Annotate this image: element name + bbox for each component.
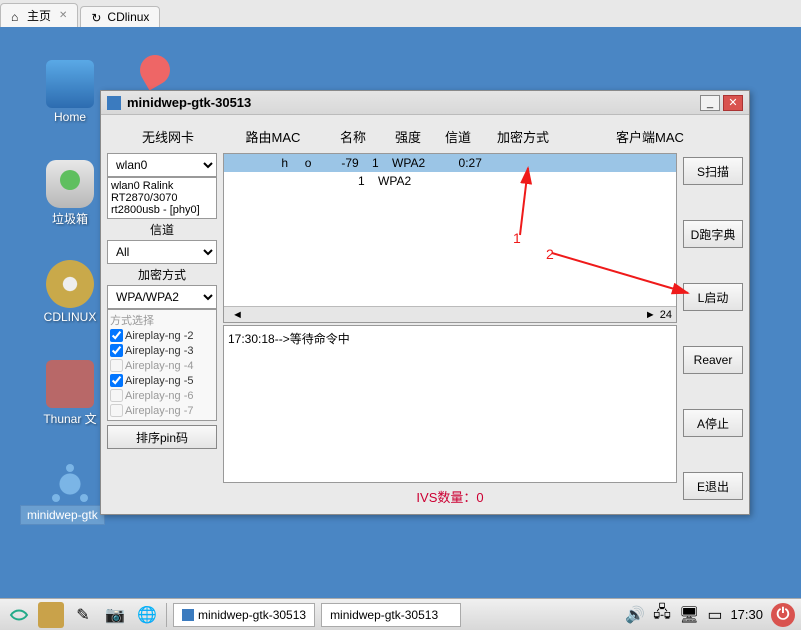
ap-list[interactable]: h o -79 1 WPA2 0:27 1 WPA2 ◄ ► 24 bbox=[223, 153, 677, 323]
browser-tabstrip: ⌂ 主页 ✕ ↻ CDlinux bbox=[0, 0, 801, 27]
attack-option: Aireplay-ng -7 bbox=[110, 403, 214, 418]
attack-checkbox bbox=[110, 359, 123, 372]
exit-button[interactable]: E退出 bbox=[683, 472, 743, 500]
attack-option[interactable]: Aireplay-ng -2 bbox=[110, 328, 214, 343]
attack-checkbox bbox=[110, 404, 123, 417]
tab-home[interactable]: ⌂ 主页 ✕ bbox=[0, 3, 78, 27]
log-panel[interactable]: 17:30:18-->等待命令中 bbox=[223, 325, 677, 483]
col-mac: 路由MAC bbox=[223, 127, 323, 146]
taskbar-app-minidwep[interactable]: minidwep-gtk-30513 bbox=[173, 603, 315, 627]
editor-icon[interactable]: ✎ bbox=[70, 602, 96, 628]
middle-panel: h o -79 1 WPA2 0:27 1 WPA2 ◄ ► 24 17:30:… bbox=[223, 153, 677, 508]
section-enc-label: 加密方式 bbox=[107, 264, 217, 285]
sort-pin-button[interactable]: 排序pin码 bbox=[107, 425, 217, 449]
thunar-icon bbox=[46, 360, 94, 408]
ap-row[interactable]: 1 WPA2 bbox=[224, 172, 676, 190]
desktop-cdlinux[interactable]: CDLINUX bbox=[40, 260, 100, 324]
window-title: minidwep-gtk-30513 bbox=[127, 95, 697, 110]
right-panel: S扫描 D跑字典 L启动 Reaver A停止 E退出 bbox=[683, 153, 743, 508]
ivs-status: IVS数量：0 bbox=[223, 485, 677, 508]
globe-icon[interactable]: 🌐 bbox=[134, 602, 160, 628]
display-icon[interactable]: 🖥 bbox=[679, 605, 699, 625]
app-icon bbox=[107, 96, 121, 110]
scroll-left-icon[interactable]: ◄ bbox=[232, 309, 243, 321]
start-button[interactable]: L启动 bbox=[683, 283, 743, 311]
desktop-minidwep[interactable] bbox=[40, 460, 100, 508]
scroll-count: 24 bbox=[660, 309, 672, 321]
desktop-label: Thunar 文 bbox=[40, 410, 100, 427]
attack-checkbox[interactable] bbox=[110, 329, 123, 342]
tab-label: 主页 bbox=[27, 7, 51, 24]
wlan-select[interactable]: wlan0 bbox=[107, 153, 217, 177]
desktop-trash[interactable]: 垃圾箱 bbox=[40, 160, 100, 227]
decorative-icon bbox=[140, 55, 180, 95]
home-icon: ⌂ bbox=[11, 10, 23, 22]
horizontal-scrollbar[interactable]: ◄ ► 24 bbox=[224, 306, 676, 322]
camera-icon[interactable]: 📷 bbox=[102, 602, 128, 628]
taskbar: ✎ 📷 🌐 minidwep-gtk-30513 🔊 🖧 🖥 ▭ 17:30 ⏻ bbox=[0, 598, 801, 630]
tab-cdlinux[interactable]: ↻ CDlinux bbox=[80, 6, 160, 27]
reaver-button[interactable]: Reaver bbox=[683, 346, 743, 374]
close-button[interactable]: ✕ bbox=[723, 95, 743, 111]
power-button[interactable]: ⏻ bbox=[771, 603, 795, 627]
separator bbox=[166, 603, 167, 627]
refresh-icon: ↻ bbox=[91, 11, 103, 23]
col-channel: 信道 bbox=[433, 127, 483, 146]
desktop-label: Home bbox=[40, 110, 100, 124]
disc-icon bbox=[46, 260, 94, 308]
minimize-button[interactable]: _ bbox=[700, 95, 720, 111]
attack-method-list: 方式选择 Aireplay-ng -2 Aireplay-ng -3 Airep… bbox=[107, 309, 217, 421]
tray: 🔊 🖧 🖥 ▭ 17:30 ⏻ bbox=[625, 601, 795, 628]
channel-select[interactable]: All bbox=[107, 240, 217, 264]
desktop-selected-label[interactable]: minidwep-gtk bbox=[20, 505, 105, 525]
taskbar-app-label: minidwep-gtk-30513 bbox=[198, 608, 306, 622]
column-headers: 无线网卡 路由MAC 名称 强度 信道 加密方式 客户端MAC bbox=[109, 121, 741, 152]
app-icon bbox=[182, 609, 194, 621]
minidwep-icon bbox=[46, 460, 94, 508]
volume-icon[interactable]: 🔊 bbox=[625, 605, 645, 625]
stop-button[interactable]: A停止 bbox=[683, 409, 743, 437]
annotation-label-1: 1 bbox=[513, 230, 521, 246]
network-icon[interactable]: 🖧 bbox=[653, 601, 671, 628]
attack-option: Aireplay-ng -6 bbox=[110, 388, 214, 403]
wlan-info: wlan0 Ralink RT2870/3070 rt2800usb - [ph… bbox=[107, 177, 217, 219]
col-strength: 强度 bbox=[383, 127, 433, 146]
tab-label: CDlinux bbox=[107, 10, 149, 24]
attack-option: Aireplay-ng -4 bbox=[110, 358, 214, 373]
scroll-right-icon[interactable]: ► bbox=[645, 309, 656, 321]
dict-button[interactable]: D跑字典 bbox=[683, 220, 743, 248]
folder-home-icon bbox=[46, 60, 94, 108]
attack-option[interactable]: Aireplay-ng -5 bbox=[110, 373, 214, 388]
log-line: 17:30:18-->等待命令中 bbox=[228, 330, 672, 347]
start-icon[interactable] bbox=[6, 602, 32, 628]
scan-button[interactable]: S扫描 bbox=[683, 157, 743, 185]
col-wlan: 无线网卡 bbox=[113, 127, 223, 146]
section-channel-label: 信道 bbox=[107, 219, 217, 240]
attack-checkbox[interactable] bbox=[110, 374, 123, 387]
ap-row-selected[interactable]: h o -79 1 WPA2 0:27 bbox=[224, 154, 676, 172]
desktop-thunar[interactable]: Thunar 文 bbox=[40, 360, 100, 427]
attack-checkbox[interactable] bbox=[110, 344, 123, 357]
close-icon[interactable]: ✕ bbox=[59, 10, 67, 21]
desktop-label: CDLINUX bbox=[40, 310, 100, 324]
file-manager-icon[interactable] bbox=[38, 602, 64, 628]
col-name: 名称 bbox=[323, 127, 383, 146]
left-panel: wlan0 wlan0 Ralink RT2870/3070 rt2800usb… bbox=[107, 153, 217, 508]
col-enc: 加密方式 bbox=[483, 127, 563, 146]
attack-option[interactable]: Aireplay-ng -3 bbox=[110, 343, 214, 358]
col-client: 客户端MAC bbox=[563, 127, 737, 146]
desktop-home[interactable]: Home bbox=[40, 60, 100, 124]
enc-select[interactable]: WPA/WPA2 bbox=[107, 285, 217, 309]
attack-checkbox bbox=[110, 389, 123, 402]
clock[interactable]: 17:30 bbox=[730, 607, 763, 622]
battery-icon[interactable]: ▭ bbox=[707, 605, 722, 625]
titlebar[interactable]: minidwep-gtk-30513 _ ✕ bbox=[101, 91, 749, 115]
desktop-label: 垃圾箱 bbox=[40, 210, 100, 227]
annotation-label-2: 2 bbox=[546, 246, 554, 262]
attack-title: 方式选择 bbox=[110, 312, 214, 328]
minidwep-window: minidwep-gtk-30513 _ ✕ 无线网卡 路由MAC 名称 强度 … bbox=[100, 90, 750, 515]
taskbar-input[interactable] bbox=[321, 603, 461, 627]
trash-icon bbox=[46, 160, 94, 208]
